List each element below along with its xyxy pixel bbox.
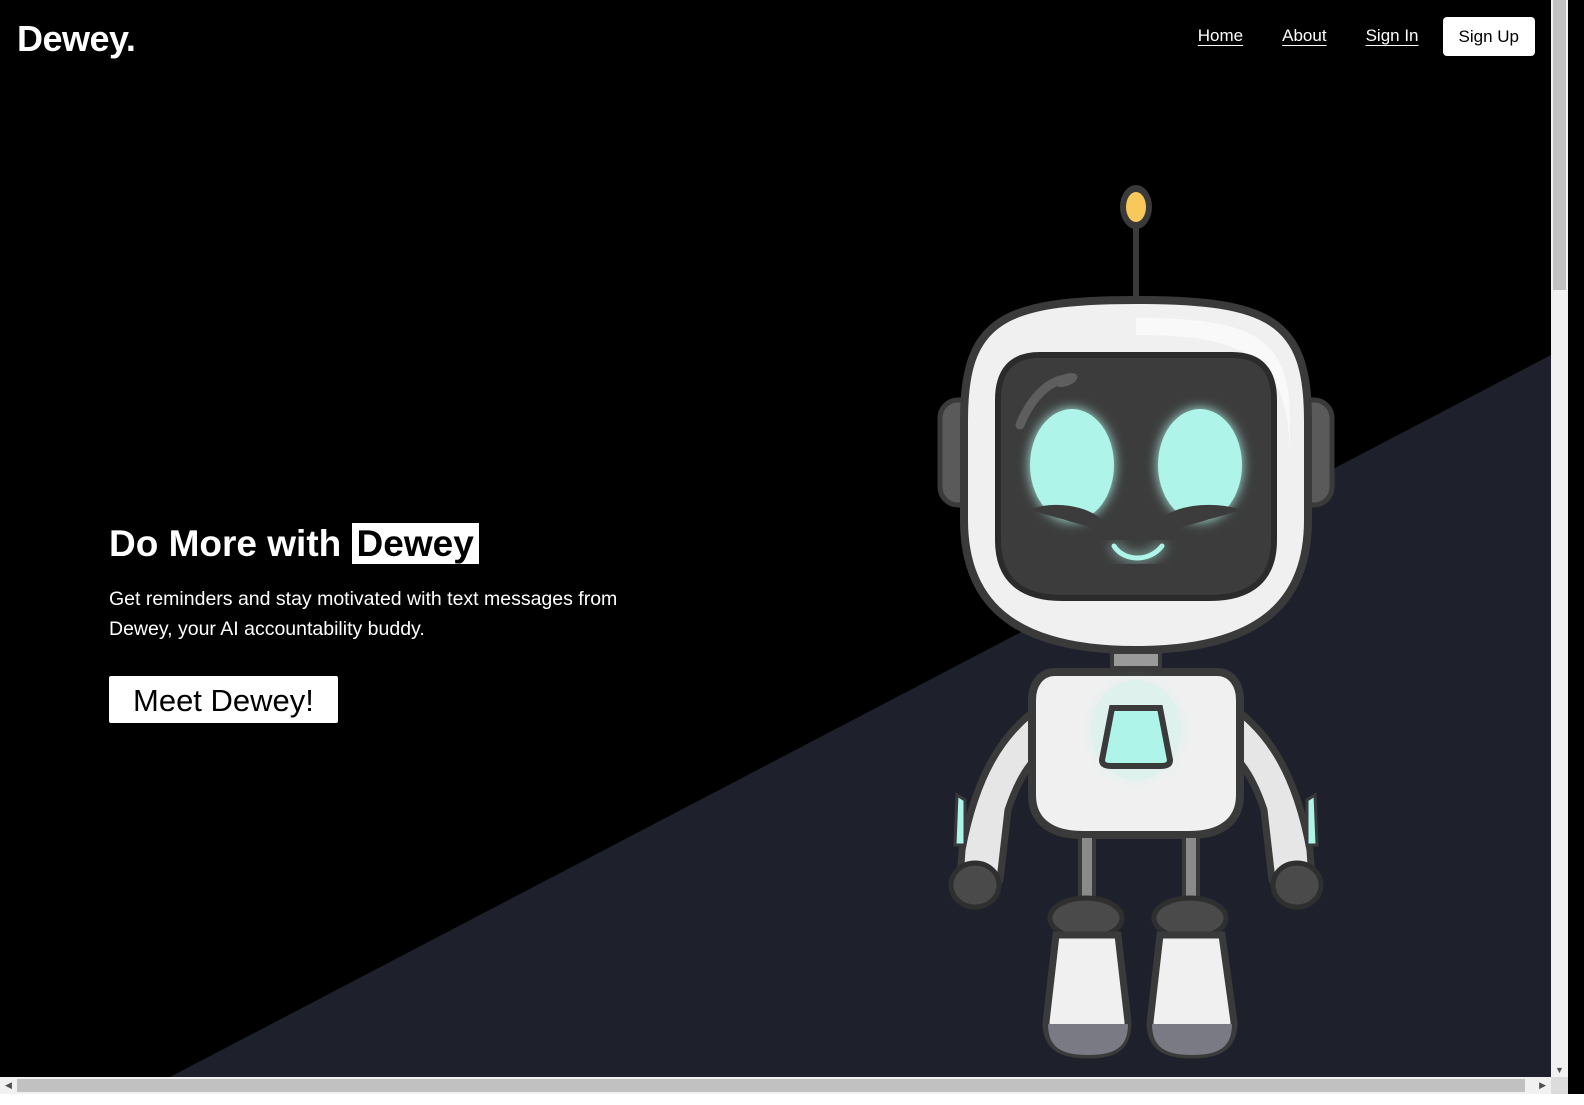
signup-button[interactable]: Sign Up xyxy=(1442,16,1535,56)
scrollbar-corner xyxy=(1551,1077,1568,1094)
robot-mascot-illustration xyxy=(937,185,1335,1059)
nav-signin-link[interactable]: Sign In xyxy=(1366,16,1419,56)
window-bottom-strip xyxy=(0,1094,1584,1105)
hero-title-highlight: Dewey xyxy=(351,523,479,564)
scroll-right-arrow-icon[interactable]: ▶ xyxy=(1539,1079,1546,1092)
hero-section: Do More with Dewey Get reminders and sta… xyxy=(109,520,669,723)
page-viewport: Dewey. Home About Sign In Sign Up Do Mor… xyxy=(0,0,1551,1077)
nav-home-link[interactable]: Home xyxy=(1198,16,1243,56)
scroll-left-arrow-icon[interactable]: ◀ xyxy=(5,1079,12,1092)
vertical-scrollbar[interactable]: ▼ xyxy=(1551,0,1568,1077)
top-nav: Home About Sign In Sign Up xyxy=(1198,16,1535,56)
meet-dewey-button[interactable]: Meet Dewey! xyxy=(109,676,338,723)
nav-about-link[interactable]: About xyxy=(1282,16,1326,56)
hero-description: Get reminders and stay motivated with te… xyxy=(109,588,618,640)
scroll-down-arrow-icon[interactable]: ▼ xyxy=(1555,1065,1564,1075)
hero-title: Do More with Dewey xyxy=(109,520,669,568)
horizontal-scroll-thumb[interactable] xyxy=(17,1079,1525,1092)
horizontal-scrollbar[interactable]: ◀ ▶ xyxy=(0,1077,1551,1094)
vertical-scroll-thumb[interactable] xyxy=(1553,0,1566,290)
hero-title-prefix: Do More with xyxy=(109,523,352,564)
brand-logo[interactable]: Dewey. xyxy=(17,17,136,61)
